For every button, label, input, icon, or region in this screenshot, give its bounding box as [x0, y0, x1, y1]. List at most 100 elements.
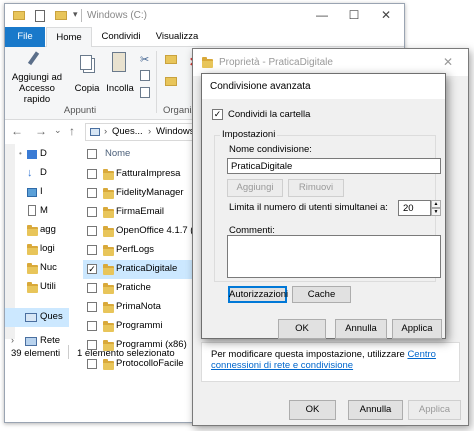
settings-group-label: Impostazioni [220, 129, 278, 140]
pin-icon: • [19, 149, 22, 158]
row-checkbox[interactable] [87, 169, 97, 179]
breadcrumb-separator-icon: › [104, 126, 108, 137]
tab-view[interactable]: Visualizza [149, 27, 205, 47]
up-arrow-icon[interactable]: ↑ [69, 124, 75, 138]
computer-icon [25, 313, 37, 322]
properties-ok-button[interactable]: OK [289, 400, 336, 420]
tab-file[interactable]: File [5, 27, 45, 47]
nav-item-folder[interactable]: Utili [5, 278, 69, 297]
column-header-name[interactable]: Nome [83, 144, 203, 163]
add-share-button[interactable]: Aggiungi [227, 179, 283, 197]
nav-item-images[interactable]: I [5, 183, 69, 202]
file-name: PrimaNota [116, 301, 161, 312]
folder-icon [103, 302, 114, 313]
share-folder-checkbox[interactable]: ✓ [212, 109, 223, 120]
recent-locations-icon[interactable]: ⌄ [54, 125, 62, 136]
cut-icon[interactable]: ✂ [140, 53, 149, 66]
maximize-button[interactable]: ☐ [338, 4, 370, 27]
close-button[interactable]: ✕ [370, 4, 402, 27]
folder-icon [103, 169, 114, 180]
paste-button[interactable]: Incolla [103, 49, 137, 101]
spinner-down-button[interactable]: ▼ [431, 208, 441, 216]
copy-path-icon[interactable] [140, 70, 150, 81]
folder-icon [103, 359, 114, 370]
cache-button[interactable]: Cache [292, 286, 351, 303]
back-arrow-icon[interactable]: ← [11, 124, 23, 138]
file-name: PerfLogs [116, 244, 155, 255]
address-bar[interactable]: › Ques... › Windows ... [85, 123, 205, 141]
row-checkbox[interactable] [87, 283, 97, 293]
row-checkbox[interactable]: ✓ [87, 264, 97, 274]
file-name: ProtocolloFacile [116, 358, 184, 369]
row-checkbox[interactable] [87, 340, 97, 350]
ok-button[interactable]: OK [278, 319, 326, 339]
customize-toolbar-icon[interactable]: ▾ [73, 9, 78, 20]
folder-icon [103, 188, 114, 199]
tab-share[interactable]: Condividi [95, 27, 147, 47]
file-name: FidelityManager [116, 187, 184, 198]
properties-apply-button[interactable]: Applica [408, 400, 461, 420]
share-name-label: Nome condivisione: [229, 144, 312, 155]
paste-shortcut-icon[interactable] [140, 87, 150, 98]
pin-icon [27, 51, 45, 69]
copy-button[interactable]: Copia [73, 49, 101, 101]
new-folder-quick-icon[interactable] [55, 11, 67, 20]
spinner-up-button[interactable]: ▲ [431, 200, 441, 208]
select-all-checkbox[interactable] [87, 149, 97, 159]
properties-cancel-button[interactable]: Annulla [348, 400, 403, 420]
row-checkbox[interactable] [87, 226, 97, 236]
nav-item-desktop[interactable]: • D [5, 145, 69, 164]
forward-arrow-icon[interactable]: → [35, 124, 47, 138]
row-checkbox[interactable] [87, 245, 97, 255]
copy-to-icon[interactable] [165, 77, 177, 86]
nav-item-label: M [40, 205, 48, 216]
cancel-button[interactable]: Annulla [335, 319, 387, 339]
share-name-input[interactable]: PraticaDigitale [227, 158, 441, 174]
remove-share-button[interactable]: Rimuovi [288, 179, 344, 197]
user-limit-label: Limita il numero di utenti simultanei a: [229, 202, 388, 213]
row-checkbox[interactable] [87, 321, 97, 331]
tab-home[interactable]: Home [46, 27, 92, 47]
nav-item-folder[interactable]: logi [5, 240, 69, 259]
breadcrumb-this-pc[interactable]: Ques... [112, 126, 143, 137]
properties-quick-icon[interactable] [35, 10, 45, 22]
minimize-button[interactable]: — [306, 4, 338, 27]
advanced-sharing-title: Condivisione avanzata [210, 81, 311, 92]
paste-icon [112, 52, 126, 72]
file-name: Programmi [116, 320, 163, 331]
pin-label-line1: Aggiungi ad [11, 72, 63, 83]
folder-icon [103, 207, 114, 218]
move-to-icon[interactable] [165, 55, 177, 64]
advanced-sharing-dialog: Condivisione avanzata ✓ Condividi la car… [201, 73, 446, 339]
network-center-link[interactable]: Centro [407, 349, 436, 360]
nav-item-this-pc[interactable]: Ques [5, 308, 69, 327]
pin-quick-access-button[interactable]: Aggiungi ad Accesso rapido [7, 49, 67, 105]
nav-item-folder[interactable]: Nuc [5, 259, 69, 278]
properties-titlebar: Proprietà - PraticaDigitale ✕ [193, 49, 468, 76]
nav-item-folder[interactable]: agg [5, 221, 69, 240]
sharing-info-text: Per modificare questa impostazione, util… [211, 349, 451, 371]
row-checkbox[interactable] [87, 188, 97, 198]
nav-item-label: D [40, 148, 47, 159]
row-checkbox[interactable] [87, 302, 97, 312]
close-button[interactable]: ✕ [443, 55, 453, 69]
permissions-button[interactable]: Autorizzazioni [228, 286, 288, 303]
column-name-label: Nome [105, 148, 131, 159]
user-limit-value: 20 [403, 203, 414, 214]
folder-icon [27, 282, 38, 293]
row-checkbox[interactable] [87, 359, 97, 369]
share-folder-label[interactable]: Condividi la cartella [228, 109, 310, 120]
row-checkbox[interactable] [87, 207, 97, 217]
advanced-sharing-titlebar: Condivisione avanzata [202, 74, 445, 99]
nav-item-downloads[interactable]: ↓ D [5, 164, 69, 183]
network-center-link-2[interactable]: connessioni di rete e condivisione [211, 360, 353, 371]
nav-item-label: D [40, 167, 47, 178]
titlebar-separator [81, 9, 82, 22]
comments-textarea[interactable] [227, 235, 441, 278]
nav-item-label: Utili [40, 281, 56, 292]
nav-item-music[interactable]: M [5, 202, 69, 221]
folder-icon [103, 245, 114, 256]
properties-title: Proprietà - PraticaDigitale [219, 57, 333, 68]
user-limit-spinner[interactable]: 20 [398, 200, 431, 216]
apply-button[interactable]: Applica [392, 319, 442, 339]
